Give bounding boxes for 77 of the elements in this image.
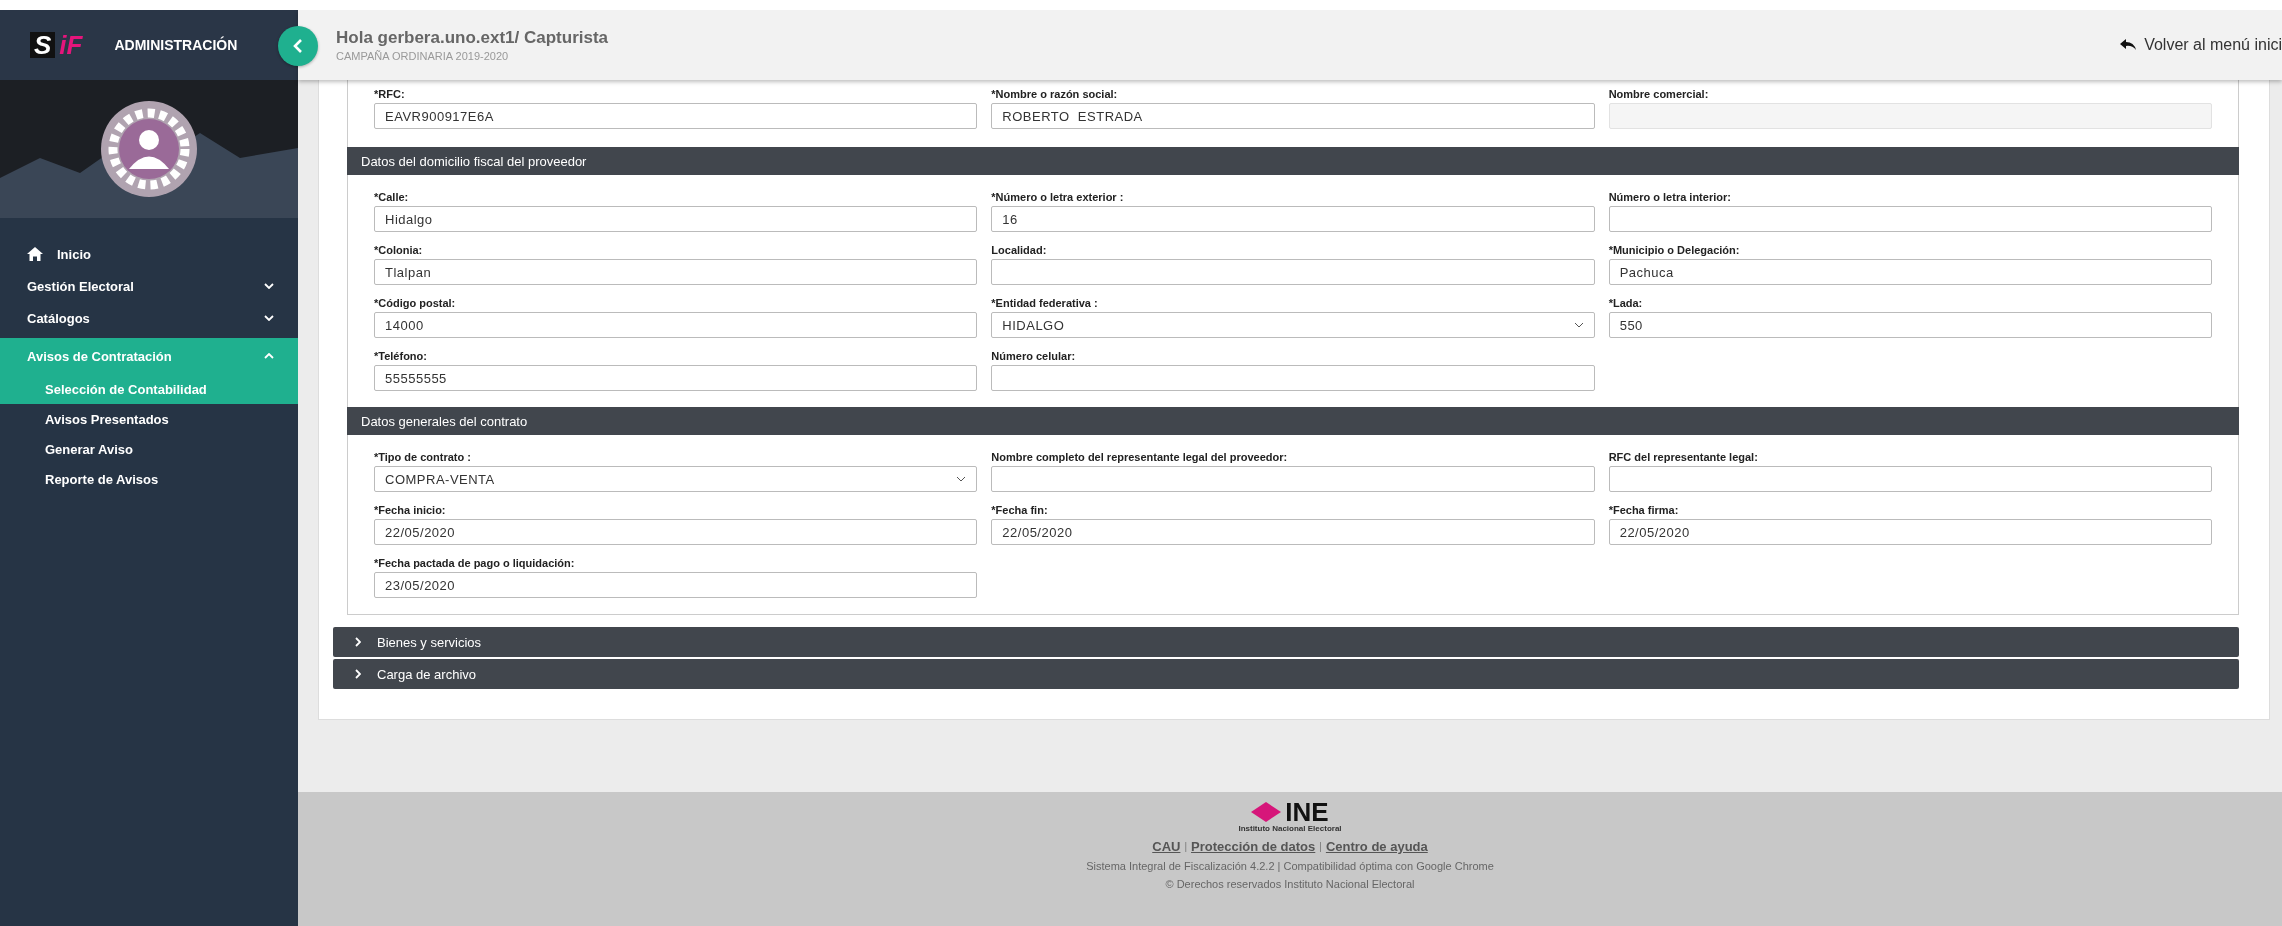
menu-item[interactable]: Inicio [0,238,298,270]
input-field[interactable]: 550 [1608,312,2212,338]
footer-link[interactable]: Centro de ayuda [1325,839,1428,854]
chevron-left-icon [293,39,303,53]
field-label: *Fecha fin: [991,504,1049,516]
input-field[interactable]: EAVR900917E6A [374,103,978,129]
section-header: Datos del domicilio fiscal del proveedor [347,147,2239,175]
chevron-up-icon [264,353,274,359]
link-separator: | [1184,841,1188,852]
chevron-down-icon [264,283,274,289]
input-field[interactable]: 22/05/2020 [374,519,978,545]
field-label: *Código postal: [374,297,457,309]
copyright-text: © Derechos reservados Instituto Nacional Electoral [1165,878,1415,890]
back-link[interactable]: Volver al menú inici [2120,36,2282,54]
field-label: Nombre comercial: [1608,88,1710,100]
field-label: *RFC: [374,88,406,100]
field-label: *Número o letra exterior : [991,191,1125,203]
ine-logo: INE Instituto Nacional Electoral [1238,800,1342,833]
input-field[interactable] [991,466,1595,492]
submenu-item[interactable]: Generar Aviso [0,434,298,464]
chevron-down-icon [264,315,274,321]
input-field[interactable]: 14000 [374,312,978,338]
reply-arrow-icon [2120,39,2137,51]
input-field[interactable]: 55555555 [374,365,978,391]
field-label: RFC del representante legal: [1608,451,1759,463]
input-field[interactable] [991,259,1595,285]
chevron-right-icon [355,637,361,647]
input-field[interactable] [1608,466,2212,492]
field-label: *Tipo de contrato : [374,451,472,463]
footer-link[interactable]: Protección de datos [1191,839,1316,854]
collapse-button[interactable] [278,26,318,66]
select-field[interactable]: HIDALGO [991,312,1595,338]
field-label: *Nombre o razón social: [991,88,1119,100]
field-label: *Lada: [1608,297,1644,309]
home-icon [27,247,43,261]
field-label: *Fecha pactada de pago o liquidación: [374,557,576,569]
menu-item[interactable]: Gestión Electoral [0,270,298,302]
input-field[interactable] [1608,206,2212,232]
campaign-subtitle: CAMPAÑA ORDINARIA 2019-2020 [336,50,510,62]
field-label: *Municipio o Delegación: [1608,244,1741,256]
field-label: *Colonia: [374,244,424,256]
footer-link[interactable]: CAU [1152,839,1181,854]
field-label: *Calle: [374,191,410,203]
field-label: Número o letra interior: [1608,191,1732,203]
version-text: Sistema Integral de Fiscalización 4.2.2 | Compatibilidad óptima con Google Chrome [1086,860,1494,872]
collapsible-panel-header[interactable]: Bienes y servicios [333,627,2239,657]
field-label: Localidad: [991,244,1048,256]
logo: S iF [30,29,83,61]
chevron-right-icon [355,669,361,679]
field-label: *Fecha firma: [1608,504,1680,516]
field-label: *Entidad federativa : [991,297,1099,309]
input-field[interactable]: Hidalgo [374,206,978,232]
submenu-item[interactable]: Reporte de Avisos [0,464,298,494]
input-field[interactable]: Pachuca [1608,259,2212,285]
input-field[interactable] [991,365,1595,391]
input-field[interactable]: 22/05/2020 [991,519,1595,545]
input-field[interactable]: 22/05/2020 [1608,519,2212,545]
chevron-down-icon [956,476,967,482]
field-label: Nombre completo del representante legal del proveedor: [991,451,1289,463]
submenu-item[interactable]: Avisos Presentados [0,404,298,434]
field-label: *Fecha inicio: [374,504,447,516]
section-header: Datos generales del contrato [347,407,2239,435]
diamond-icon [1251,802,1282,822]
brand-title: ADMINISTRACIÓN [114,37,238,53]
greeting-title: Hola gerbera.uno.ext1/ Capturista [336,28,610,48]
chevron-down-icon [1573,322,1584,328]
input-field[interactable]: 16 [991,206,1595,232]
link-separator: | [1319,841,1322,852]
select-field[interactable]: COMPRA-VENTA [374,466,978,492]
menu-item[interactable]: Catálogos [0,302,298,334]
input-field[interactable]: 23/05/2020 [374,572,978,598]
input-field[interactable]: ROBERTO ESTRADA [991,103,1595,129]
user-gear-icon [99,99,199,199]
field-label: *Teléfono: [374,350,428,362]
input-field[interactable]: Tlalpan [374,259,978,285]
field-label: Número celular: [991,350,1077,362]
collapsible-panel-header[interactable]: Carga de archivo [333,659,2239,689]
